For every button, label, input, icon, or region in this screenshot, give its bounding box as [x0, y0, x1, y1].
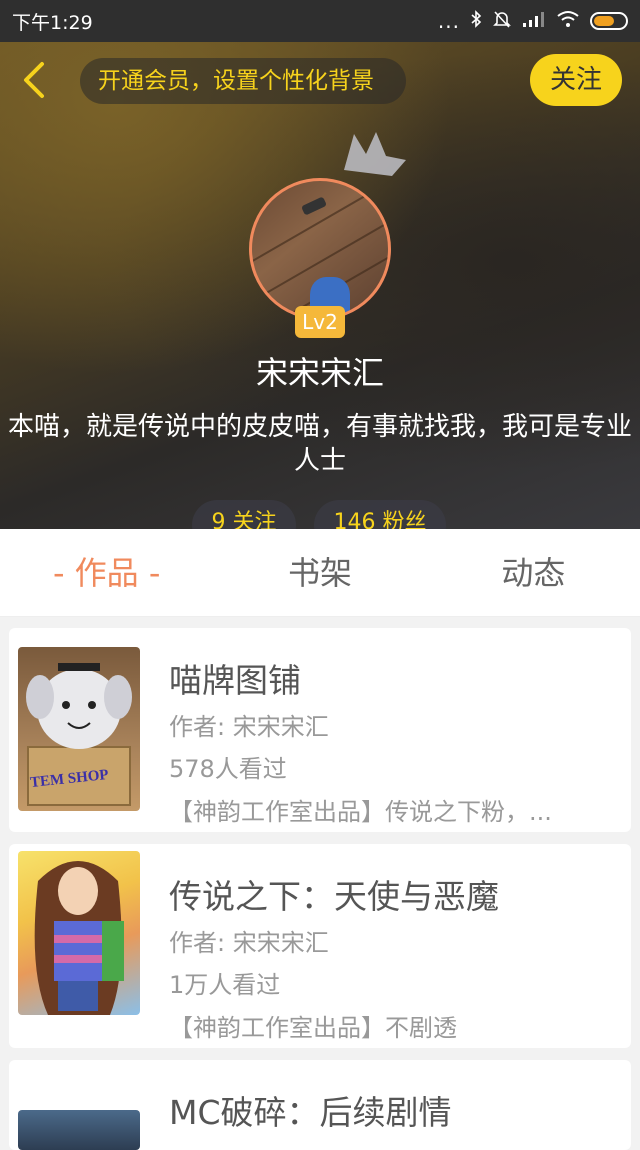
work-desc: 【神韵工作室出品】传说之下粉，... [169, 798, 552, 826]
battery-icon [590, 12, 628, 30]
mute-icon [492, 9, 512, 34]
characters-illustration [34, 861, 124, 1015]
work-desc: 【神韵工作室出品】不剧透 [169, 1014, 457, 1042]
profile-tabs: - 作品 - 书架 动态 [0, 529, 640, 617]
work-title: 喵牌图铺 [169, 661, 301, 700]
fans-count[interactable]: 146 粉丝 [314, 500, 446, 529]
battery-level [594, 16, 614, 26]
avatar[interactable] [249, 178, 391, 320]
signal-icon [522, 10, 546, 33]
work-author: 作者: 宋宋宋汇 [169, 929, 329, 957]
wifi-icon [556, 10, 580, 33]
more-dots: ... [437, 9, 460, 33]
status-time: 下午1:29 [12, 11, 93, 34]
status-bar: 下午1:29 ... [0, 0, 640, 42]
profile-header: 开通会员，设置个性化背景 关注 Lv2 宋宋宋汇 本喵，就是传说中的皮皮喵，有事… [0, 42, 640, 529]
work-views: 578人看过 [169, 755, 287, 783]
tab-activity[interactable]: 动态 [427, 529, 640, 616]
status-icons: ... [438, 9, 628, 34]
work-title: MC破碎：后续剧情 [169, 1093, 452, 1132]
work-title: 传说之下：天使与恶魔 [169, 877, 499, 916]
following-count[interactable]: 9 关注 [192, 500, 296, 529]
tab-works[interactable]: - 作品 - [0, 529, 213, 616]
vip-banner[interactable]: 开通会员，设置个性化背景 [80, 58, 406, 104]
level-badge: Lv2 [295, 306, 345, 338]
work-card[interactable]: TEM SHOP 喵牌图铺 作者: 宋宋宋汇 578人看过 【神韵工作室出品】传… [9, 628, 631, 832]
follow-button[interactable]: 关注 [530, 54, 622, 106]
bio: 本喵，就是传说中的皮皮喵，有事就找我，我可是专业人士 [7, 412, 632, 476]
work-cover [18, 851, 140, 1015]
work-views: 1万人看过 [169, 971, 281, 999]
back-button[interactable] [18, 60, 54, 100]
bluetooth-icon [470, 9, 482, 33]
work-card[interactable]: 传说之下：天使与恶魔 作者: 宋宋宋汇 1万人看过 【神韵工作室出品】不剧透 [9, 844, 631, 1048]
chevron-left-icon [24, 62, 44, 98]
work-cover [18, 1110, 140, 1150]
work-author: 作者: 宋宋宋汇 [169, 713, 329, 741]
work-card[interactable]: MC破碎：后续剧情 [9, 1060, 631, 1150]
work-cover: TEM SHOP [18, 647, 140, 811]
tab-bookshelf[interactable]: 书架 [213, 529, 426, 616]
username: 宋宋宋汇 [255, 354, 384, 392]
